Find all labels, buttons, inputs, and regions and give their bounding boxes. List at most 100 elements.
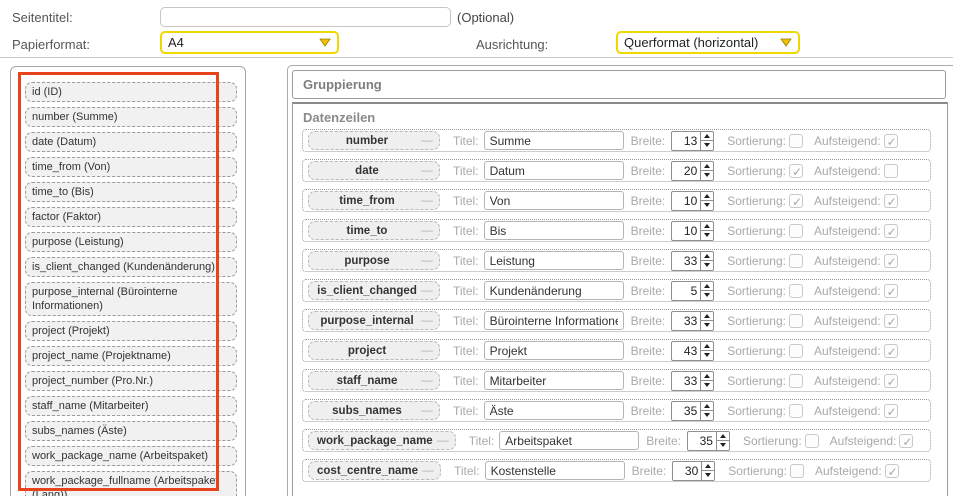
aufsteigend-checkbox[interactable]: ✓ [884,284,898,298]
spinner-up-icon[interactable] [701,372,713,382]
aufsteigend-checkbox[interactable]: ✓ [884,254,898,268]
field-item[interactable]: purpose (Leistung) [25,232,237,252]
field-item[interactable]: time_from (Von) [25,157,237,177]
spinner-up-icon[interactable] [701,282,713,292]
remove-field-icon[interactable]: — [421,373,433,387]
field-pill[interactable]: time_to — [308,221,440,240]
titel-input[interactable] [484,401,624,420]
remove-field-icon[interactable]: — [421,193,433,207]
field-pill[interactable]: number — [308,131,440,150]
spinner-down-icon[interactable] [701,291,713,300]
spinner-up-icon[interactable] [701,132,713,142]
field-pill[interactable]: purpose_internal — [308,311,440,330]
sortierung-checkbox[interactable] [789,224,803,238]
field-pill[interactable]: is_client_changed — [308,281,440,300]
aufsteigend-checkbox[interactable]: ✓ [885,464,899,478]
titel-input[interactable] [484,311,624,330]
paper-format-select[interactable]: A4 [160,31,339,54]
remove-field-icon[interactable]: — [421,283,433,297]
spinner-down-icon[interactable] [717,441,729,450]
spinner-down-icon[interactable] [701,351,713,360]
spinner-down-icon[interactable] [701,321,713,330]
titel-input[interactable] [484,191,624,210]
field-pill[interactable]: time_from — [308,191,440,210]
spinner-up-icon[interactable] [701,222,713,232]
breite-value[interactable]: 35 [688,432,716,450]
field-item[interactable]: project_name (Projektname) [25,346,237,366]
page-title-input[interactable] [160,7,451,27]
spinner-down-icon[interactable] [702,471,714,480]
field-item[interactable]: work_package_fullname (Arbeitspaket (Lan… [25,471,237,496]
field-pill[interactable]: purpose — [308,251,440,270]
field-item[interactable]: work_package_name (Arbeitspaket) [25,446,237,466]
spinner-down-icon[interactable] [701,411,713,420]
breite-value[interactable]: 33 [672,252,700,270]
remove-field-icon[interactable]: — [421,313,433,327]
field-item[interactable]: date (Datum) [25,132,237,152]
titel-input[interactable] [484,341,624,360]
spinner-down-icon[interactable] [701,141,713,150]
spinner-down-icon[interactable] [701,381,713,390]
field-item[interactable]: is_client_changed (Kundenänderung) [25,257,237,277]
field-item[interactable]: purpose_internal (Bürointerne Informatio… [25,282,237,316]
remove-field-icon[interactable]: — [437,433,449,447]
breite-value[interactable]: 13 [672,132,700,150]
field-item[interactable]: time_to (Bis) [25,182,237,202]
sortierung-checkbox[interactable]: ✓ [789,164,803,178]
spinner-up-icon[interactable] [701,192,713,202]
field-pill[interactable]: date — [308,161,440,180]
aufsteigend-checkbox[interactable]: ✓ [884,134,898,148]
titel-input[interactable] [484,251,624,270]
spinner-down-icon[interactable] [701,171,713,180]
field-item[interactable]: id (ID) [25,82,237,102]
orientation-select[interactable]: Querformat (horizontal) [616,31,800,54]
breite-value[interactable]: 33 [672,372,700,390]
remove-field-icon[interactable]: — [421,403,433,417]
spinner-down-icon[interactable] [701,201,713,210]
spinner-down-icon[interactable] [701,261,713,270]
titel-input[interactable] [484,161,624,180]
spinner-up-icon[interactable] [701,312,713,322]
field-item[interactable]: project (Projekt) [25,321,237,341]
spinner-up-icon[interactable] [701,342,713,352]
aufsteigend-checkbox[interactable]: ✓ [899,434,913,448]
breite-value[interactable]: 10 [672,192,700,210]
remove-field-icon[interactable]: — [421,133,433,147]
breite-value[interactable]: 10 [672,222,700,240]
breite-value[interactable]: 30 [673,462,701,480]
remove-field-icon[interactable]: — [421,223,433,237]
spinner-down-icon[interactable] [701,231,713,240]
spinner-up-icon[interactable] [701,252,713,262]
remove-field-icon[interactable]: — [422,463,434,477]
aufsteigend-checkbox[interactable]: ✓ [884,404,898,418]
titel-input[interactable] [485,461,625,480]
spinner-up-icon[interactable] [701,162,713,172]
titel-input[interactable] [484,221,624,240]
spinner-up-icon[interactable] [702,462,714,472]
remove-field-icon[interactable]: — [421,253,433,267]
field-pill[interactable]: cost_centre_name — [308,461,441,480]
aufsteigend-checkbox[interactable]: ✓ [884,314,898,328]
aufsteigend-checkbox[interactable]: ✓ [884,344,898,358]
sortierung-checkbox[interactable] [805,434,819,448]
field-item[interactable]: project_number (Pro.Nr.) [25,371,237,391]
sortierung-checkbox[interactable] [789,404,803,418]
titel-input[interactable] [499,431,639,450]
sortierung-checkbox[interactable] [790,464,804,478]
spinner-up-icon[interactable] [701,402,713,412]
sortierung-checkbox[interactable] [789,374,803,388]
field-item[interactable]: subs_names (Äste) [25,421,237,441]
sortierung-checkbox[interactable] [789,254,803,268]
spinner-up-icon[interactable] [717,432,729,442]
breite-value[interactable]: 43 [672,342,700,360]
field-pill[interactable]: subs_names — [308,401,440,420]
aufsteigend-checkbox[interactable]: ✓ [884,374,898,388]
aufsteigend-checkbox[interactable] [884,164,898,178]
field-item[interactable]: staff_name (Mitarbeiter) [25,396,237,416]
field-item[interactable]: factor (Faktor) [25,207,237,227]
breite-value[interactable]: 20 [672,162,700,180]
field-pill[interactable]: work_package_name — [308,431,456,450]
titel-input[interactable] [484,131,624,150]
field-pill[interactable]: staff_name — [308,371,440,390]
aufsteigend-checkbox[interactable]: ✓ [884,224,898,238]
